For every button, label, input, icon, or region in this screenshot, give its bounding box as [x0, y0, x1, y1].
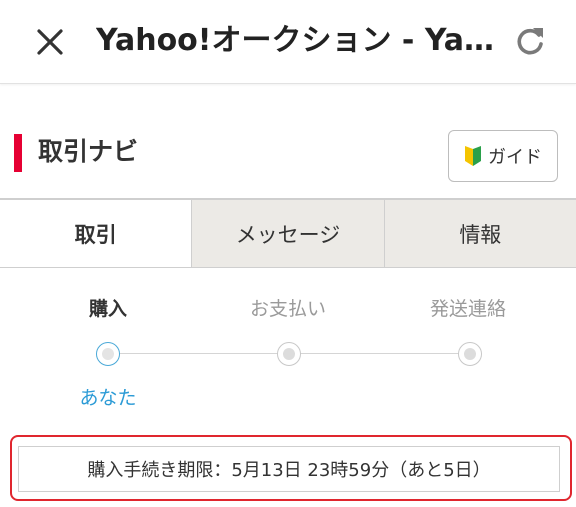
step-node-shipping [458, 342, 482, 366]
purchase-deadline-notice: 購入手続き期限：5月13日 23時59分（あと5日） [18, 446, 560, 492]
guide-button-label: ガイド [488, 147, 542, 168]
reload-icon[interactable] [510, 22, 550, 62]
beginner-mark-icon [465, 146, 481, 166]
step-node-purchase [96, 342, 120, 366]
trade-navi-header: 取引ナビ ガイド [0, 96, 576, 198]
tab-messages[interactable]: メッセージ [191, 200, 384, 267]
close-icon[interactable] [30, 22, 70, 62]
page-title: Yahoo!オークション - Yahoo!オークション [96, 23, 496, 58]
guide-button[interactable]: ガイド [448, 130, 558, 182]
step-node-payment [277, 342, 301, 366]
step-label-shipping: 発送連絡 [429, 298, 506, 320]
section-title: 取引ナビ [38, 137, 139, 166]
app-bar: Yahoo!オークション - Yahoo!オークション [0, 0, 576, 84]
tab-bar: 取引 メッセージ 情報 [0, 198, 576, 268]
tab-transaction[interactable]: 取引 [0, 200, 192, 267]
section-accent-bar [14, 134, 22, 172]
tab-info[interactable]: 情報 [383, 200, 576, 267]
progress-steps: 購入 お支払い 発送連絡 あなた [0, 268, 576, 428]
step-label-payment: お支払い [249, 298, 326, 320]
current-actor-label: あなた [79, 387, 137, 409]
step-label-purchase: 購入 [88, 298, 127, 320]
